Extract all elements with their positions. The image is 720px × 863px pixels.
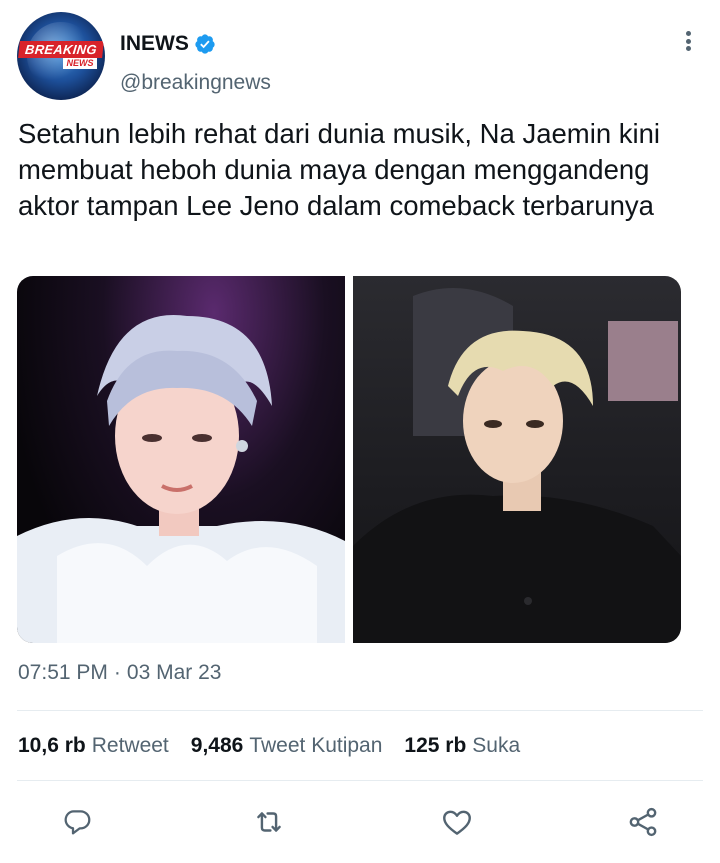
retweet-button[interactable] (247, 800, 291, 844)
like-stat[interactable]: 125 rb Suka (404, 734, 520, 758)
more-dot (685, 38, 691, 44)
display-name[interactable]: INEWS (120, 32, 189, 56)
action-bar (17, 800, 703, 844)
quote-label: Tweet Kutipan (249, 734, 383, 757)
photo-left-illustration (17, 315, 345, 643)
more-dot (685, 46, 691, 51)
name-row: INEWS (120, 32, 216, 56)
quote-count: 9,486 (190, 734, 244, 757)
avatar-news-label: NEWS (63, 58, 97, 69)
retweet-label: Retweet (91, 734, 169, 757)
heart-icon (443, 810, 471, 835)
engagement-stats: 10,6 rb Retweet 9,486 Tweet Kutipan 125 rb… (18, 734, 542, 758)
reply-button[interactable] (55, 800, 99, 844)
tweet-text: Setahun lebih rehat dari dunia musik, Na… (18, 118, 661, 221)
tweet-time: 07:51 PM (18, 661, 108, 684)
photo-right[interactable] (353, 276, 681, 643)
tweet-timestamp[interactable]: 07:51 PM · 03 Mar 23 (18, 661, 221, 685)
avatar-breaking-label: BREAKING (18, 41, 104, 58)
retweet-count: 10,6 rb (18, 734, 86, 757)
divider (17, 710, 703, 711)
meta-separator: · (113, 661, 121, 684)
retweet-stat[interactable]: 10,6 rb Retweet (18, 734, 169, 758)
tweet-date: 03 Mar 23 (126, 661, 222, 684)
media-grid (17, 276, 681, 643)
more-options-icon[interactable] (677, 28, 699, 54)
like-count: 125 rb (404, 734, 467, 757)
like-label: Suka (472, 734, 521, 757)
photo-right-illustration (353, 288, 681, 643)
share-button[interactable] (621, 800, 665, 844)
tweet-header: BREAKING NEWS INEWS @breakingnews (17, 12, 707, 102)
divider (17, 780, 703, 781)
photo-left[interactable] (17, 276, 345, 643)
reply-icon (64, 810, 91, 835)
quote-stat[interactable]: 9,486 Tweet Kutipan (191, 734, 383, 758)
verified-badge-icon (195, 34, 215, 54)
user-handle[interactable]: @breakingnews (120, 71, 271, 95)
avatar[interactable]: BREAKING NEWS (17, 12, 105, 100)
share-icon (629, 807, 657, 837)
retweet-icon (257, 812, 281, 832)
like-button[interactable] (435, 800, 479, 844)
more-dot (685, 31, 691, 36)
